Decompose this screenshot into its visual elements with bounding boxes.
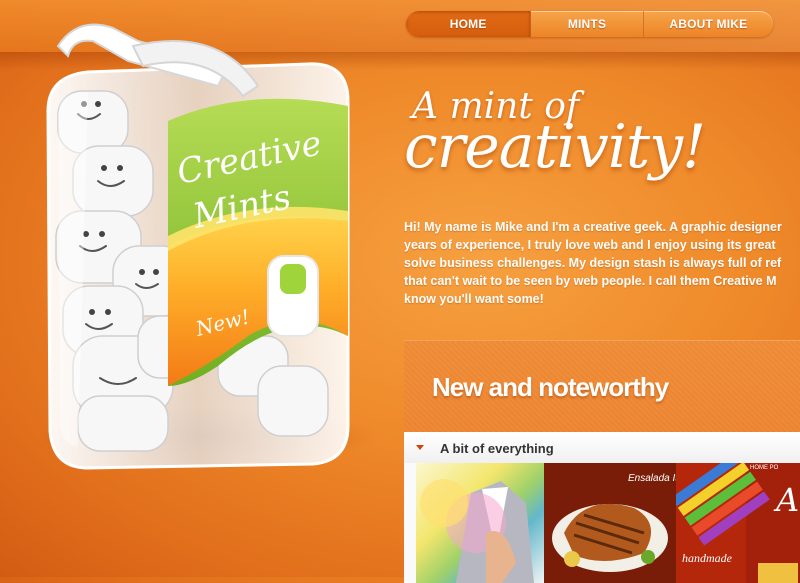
- portfolio-thumb-2[interactable]: Ensalada Ita: [544, 463, 676, 583]
- intro-line: solve business challenges. My design sta…: [404, 256, 782, 270]
- portfolio-thumb-1[interactable]: [416, 463, 544, 583]
- creative-mints-box-illustration: Creative Mints New!: [38, 23, 378, 470]
- thumb-2-caption: Ensalada Ita: [628, 473, 676, 484]
- intro-line: know you'll want some!: [404, 292, 544, 306]
- card-header[interactable]: A bit of everything: [404, 433, 800, 463]
- collapse-arrow-icon[interactable]: [416, 445, 424, 450]
- nav-mints[interactable]: MINTS: [531, 11, 644, 37]
- nav-about-mike[interactable]: ABOUT MIKE: [644, 11, 773, 37]
- intro-line: years of experience, I truly love web an…: [404, 238, 776, 252]
- noteworthy-title: New and noteworthy: [432, 372, 669, 402]
- headline-line2: creativity!: [404, 112, 706, 182]
- card-title: A bit of everything: [440, 441, 554, 456]
- nav-home[interactable]: HOME: [406, 11, 532, 37]
- main-nav: HOME MINTS ABOUT MIKE: [406, 11, 773, 37]
- shirt-man-illustration-icon: [420, 479, 534, 583]
- intro-line: Hi! My name is Mike and I'm a creative g…: [404, 220, 782, 234]
- intro-line: that can't wait to be seen by web people…: [404, 274, 777, 288]
- thumb-3-script-text: An: [776, 481, 800, 519]
- intro-paragraph: Hi! My name is Mike and I'm a creative g…: [404, 218, 800, 318]
- thumb-3-caption: handmade: [682, 551, 732, 565]
- portfolio-card: A bit of everything Ensalada Ita: [404, 432, 800, 583]
- thumbnail-strip: Ensalada Ita HOME PO An handmade: [416, 463, 800, 583]
- portfolio-thumb-3[interactable]: HOME PO An handmade: [676, 463, 800, 583]
- thumb-3-nav-text: HOME PO: [750, 465, 779, 471]
